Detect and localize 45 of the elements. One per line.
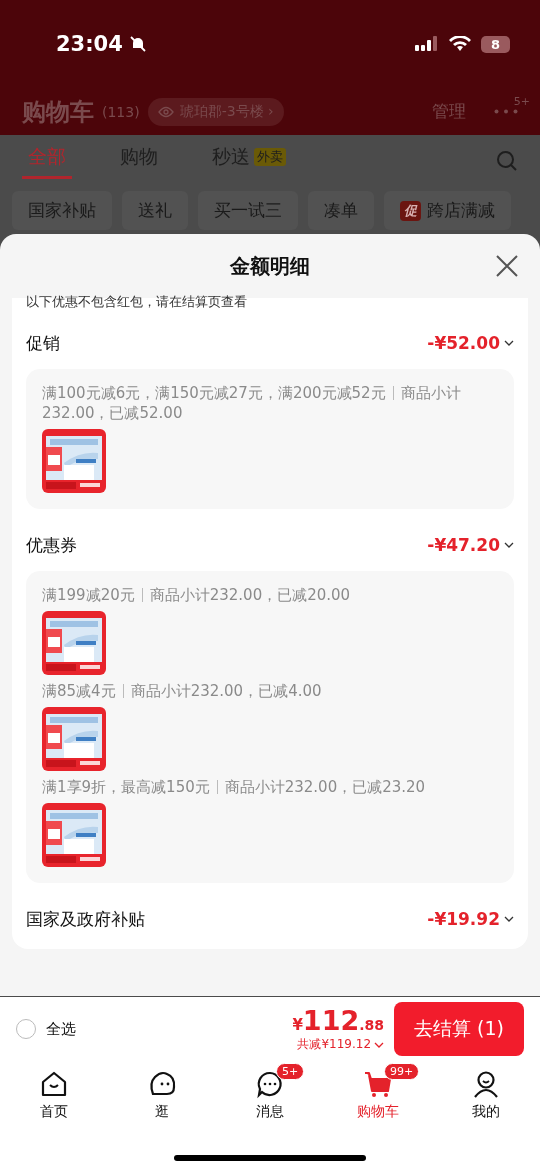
chat-bubble-icon (255, 1069, 285, 1099)
page-title: 购物车 (22, 96, 94, 128)
promo-tag: 促 (400, 200, 421, 221)
section-label: 国家及政府补贴 (26, 907, 145, 931)
home-icon (39, 1069, 69, 1099)
checkout-button[interactable]: 去结算 (1) (394, 1002, 524, 1056)
sheet-title: 金额明细 (230, 252, 310, 280)
nav-tab[interactable]: 我的 (432, 1061, 540, 1125)
count-badge: 5+ (276, 1063, 305, 1080)
discount-rule: 满100元减6元，满150元减27元，满200元减52元 商品小计232.00，已减52.00 (42, 383, 462, 423)
discount-amount[interactable]: -¥19.92 (427, 909, 514, 929)
clock-time: 23:04 (56, 32, 123, 56)
chevron-down-icon (504, 542, 514, 548)
discount-rule: 满1享9折，最高减150元 商品小计232.00，已减23.20 (42, 777, 427, 797)
filter-chip[interactable]: 促 跨店满减 (384, 191, 511, 230)
more-icon[interactable] (494, 109, 518, 114)
nav-tab[interactable]: 首页 (0, 1061, 108, 1125)
person-icon (471, 1069, 501, 1099)
section-label: 促销 (26, 331, 60, 355)
notice-text: 以下优惠不包含红包，请在结算页查看 (26, 294, 248, 309)
battery-level: 8 (480, 35, 510, 53)
section-label: 优惠券 (26, 533, 77, 557)
chevron-down-icon (504, 916, 514, 922)
eye-icon (157, 105, 174, 118)
discount-amount[interactable]: -¥52.00 (427, 333, 514, 353)
total-price: ¥112.88 (292, 1005, 385, 1036)
close-icon[interactable] (496, 255, 518, 277)
nav-tab[interactable]: 购物车 99+ (324, 1061, 432, 1125)
chevron-down-icon (374, 1041, 385, 1048)
bell-muted-icon (128, 35, 147, 53)
discount-rule: 满85减4元 商品小计232.00，已减4.00 (42, 681, 323, 701)
nav-tab[interactable]: 逛 (108, 1061, 216, 1125)
wifi-icon (448, 36, 471, 52)
discount-rule: 满199减20元 商品小计232.00，已减20.00 (42, 585, 352, 605)
chevron-down-icon (504, 340, 514, 346)
tag-label: 外卖 (254, 148, 286, 166)
signal-icon (414, 35, 439, 53)
count-badge: 99+ (384, 1063, 420, 1080)
savings-total[interactable]: 共减¥119.12 (297, 1036, 385, 1053)
notification-count: 5+ (513, 95, 530, 108)
search-icon[interactable] (496, 150, 518, 172)
item-count: (113) (102, 103, 140, 120)
select-all-label: 全选 (46, 1019, 76, 1039)
nav-tab[interactable]: 消息 5+ (216, 1061, 324, 1125)
discount-amount[interactable]: -¥47.20 (427, 535, 514, 555)
